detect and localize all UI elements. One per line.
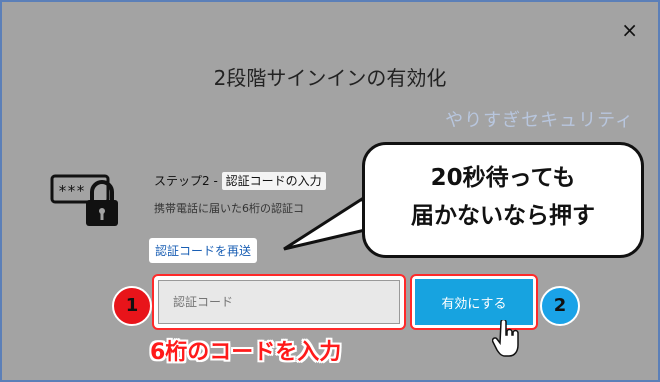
resend-code-link[interactable]: 認証コードを再送 [149, 238, 258, 263]
screenshot-frame: × 2段階サインインの有効化 やりすぎセキュリティ *** ステップ2 - 認証… [0, 0, 660, 382]
enable-button[interactable]: 有効にする [415, 279, 533, 325]
verification-code-input[interactable] [158, 280, 400, 324]
svg-text:***: *** [58, 182, 85, 200]
watermark: やりすぎセキュリティ [445, 110, 634, 131]
code-field-highlight [152, 274, 406, 330]
password-lock-icon: *** [50, 174, 118, 226]
input-caption: 6桁のコードを入力 [150, 340, 342, 365]
hand-cursor-icon [492, 320, 519, 357]
close-icon[interactable]: × [621, 18, 638, 42]
bubble-line-2: 届かないなら押す [411, 203, 595, 229]
page-title: 2段階サインインの有効化 [213, 66, 447, 90]
step-name: 認証コードの入力 [221, 172, 326, 190]
step-badge-2: 2 [540, 286, 580, 326]
step-badge-1: 1 [112, 286, 152, 326]
bubble-line-1: 20秒待っても [430, 165, 576, 191]
step-label: ステップ2 - 認証コードの入力 [154, 172, 326, 190]
step-prefix: ステップ2 - [154, 174, 222, 188]
speech-bubble: 20秒待っても 届かないなら押す [362, 142, 644, 258]
